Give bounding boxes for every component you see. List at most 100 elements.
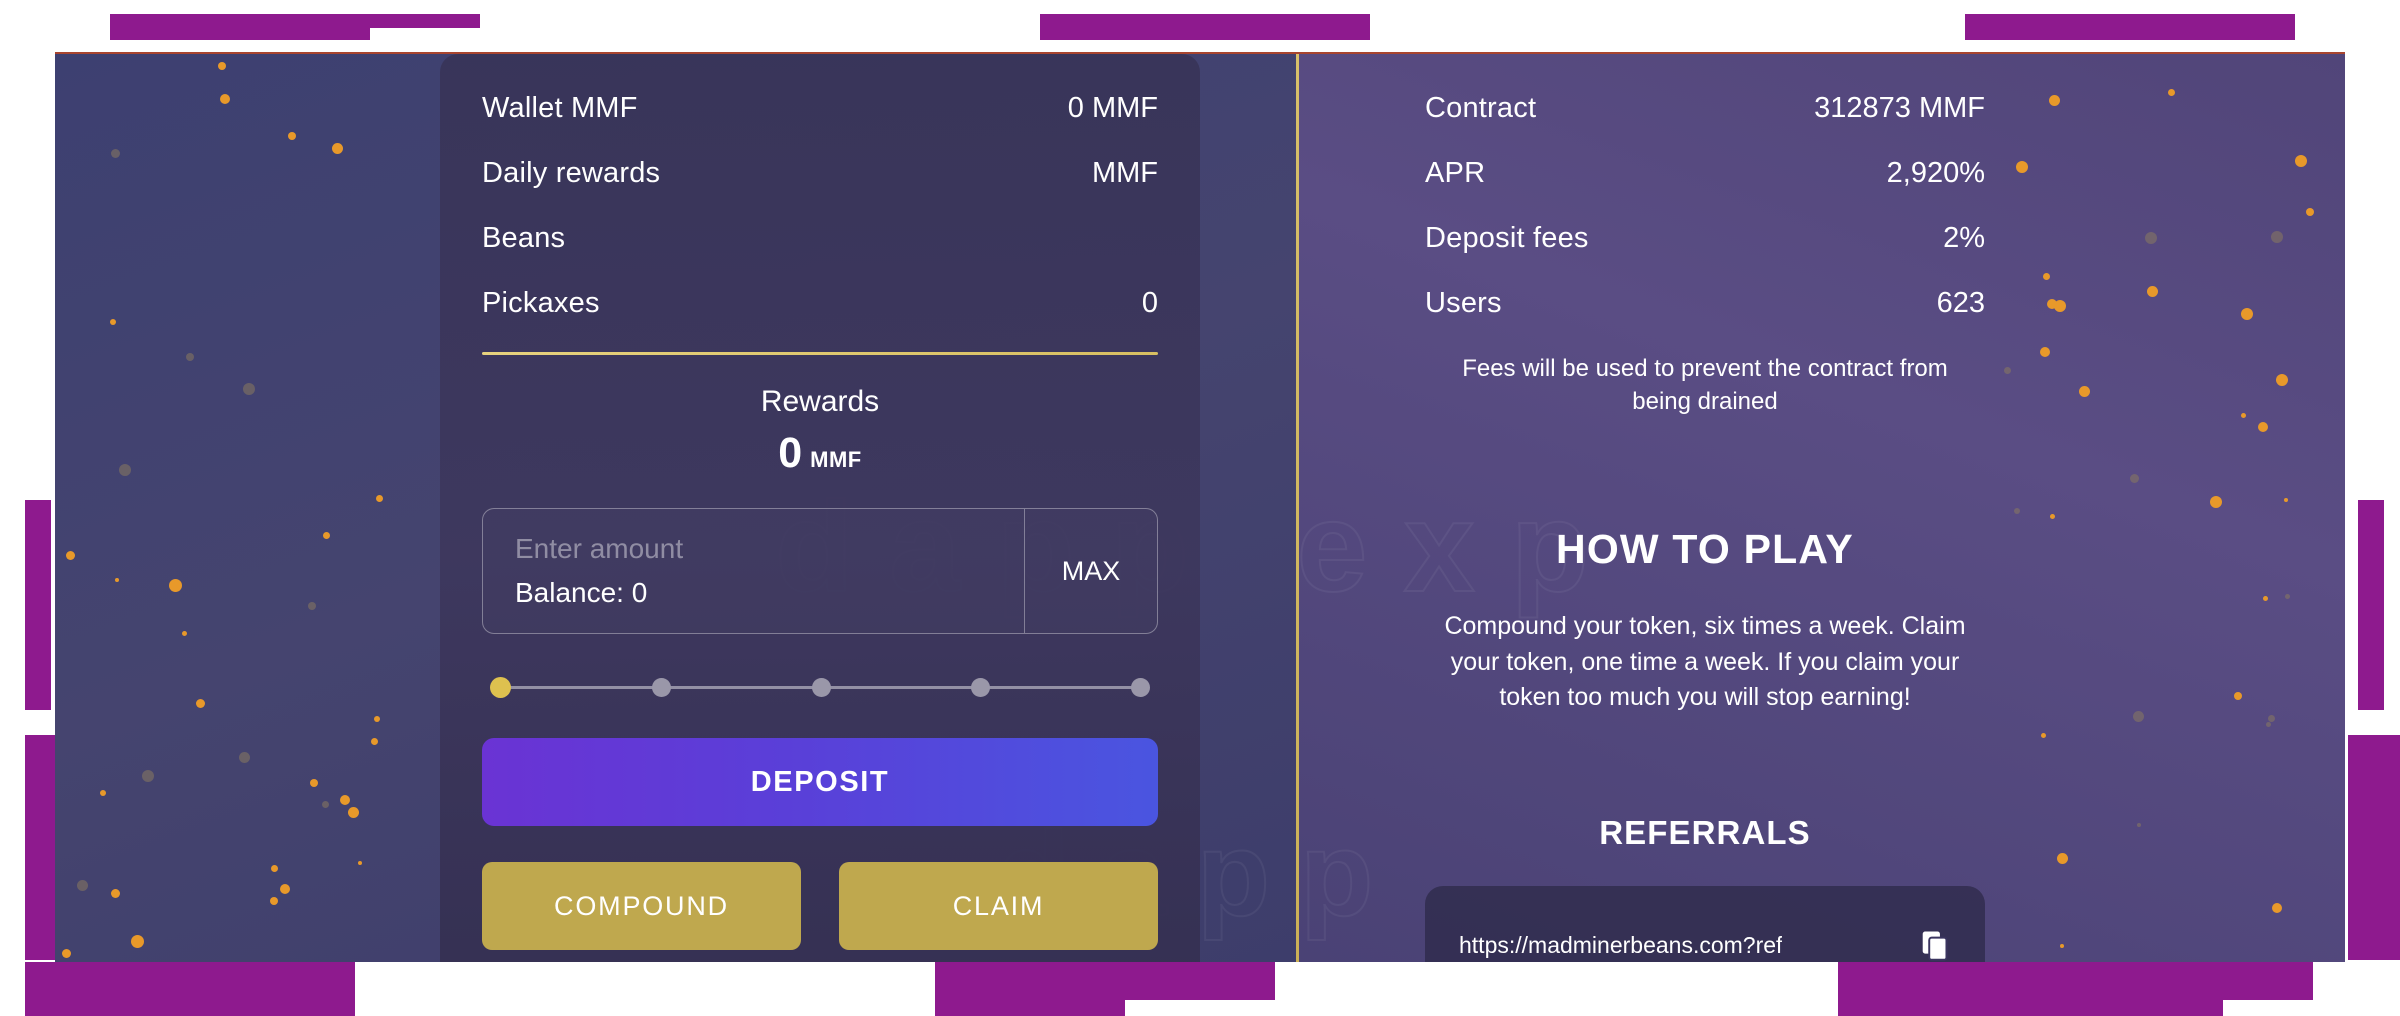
gold-separator (482, 352, 1158, 355)
amount-input-group: Enter amount Balance: 0 MAX (482, 508, 1158, 634)
stat-label: Wallet MMF (482, 92, 638, 124)
compound-button[interactable]: COMPOUND (482, 862, 801, 950)
particle (110, 148, 120, 158)
particle (119, 463, 132, 476)
max-button[interactable]: MAX (1025, 509, 1157, 633)
slider-dot-0[interactable] (490, 676, 511, 698)
stat-row-users: Users 623 (1425, 287, 1985, 320)
decoration-block-top-center (1040, 14, 1370, 40)
how-to-play-body: Compound your token, six times a week. C… (1444, 612, 1966, 712)
particle (2136, 822, 2141, 827)
dapp-viewport: dapp exp dapp Wallet MMF 0 MMF Daily rew… (55, 52, 2345, 962)
stat-row-deposit-fees: Deposit fees 2% (1425, 222, 1985, 255)
slider-dot-1[interactable] (651, 677, 671, 697)
particle (321, 801, 329, 809)
stat-label: Contract (1425, 92, 1537, 124)
particle (2145, 231, 2158, 244)
particle (2275, 373, 2288, 386)
particle (309, 778, 318, 787)
particle (2016, 160, 2029, 173)
claim-button[interactable]: CLAIM (839, 862, 1158, 950)
particle (110, 888, 120, 898)
amount-percent-slider[interactable] (490, 672, 1150, 702)
decoration-bar-right-lower (2348, 735, 2400, 960)
decoration-block-bottom-center-2 (935, 962, 1275, 1000)
amount-input-field[interactable]: Enter amount Balance: 0 (483, 509, 1025, 633)
rewards-title: Rewards (760, 385, 880, 418)
stat-row-daily-rewards: Daily rewards MMF (482, 157, 1158, 190)
stat-value: MMF (1091, 157, 1158, 189)
stat-label: Daily rewards (482, 157, 661, 189)
slider-dot-4[interactable] (1131, 677, 1150, 697)
particle (2270, 230, 2283, 243)
particle (357, 860, 362, 865)
amount-input-placeholder: Enter amount (515, 533, 684, 564)
referral-url: https://madminerbeans.com?ref (1459, 932, 1783, 959)
particle (348, 806, 360, 818)
deposit-button[interactable]: DEPOSIT (482, 738, 1158, 826)
stat-value: 2,920% (1886, 157, 1985, 189)
particle (238, 751, 250, 763)
particle (76, 880, 88, 892)
particle (270, 896, 279, 905)
stat-label: Deposit fees (1425, 222, 1589, 254)
particle (185, 352, 194, 361)
particle (169, 578, 183, 592)
particle (195, 699, 205, 709)
particle (2167, 89, 2175, 97)
particle (375, 495, 383, 503)
referrals-title: REFERRALS (1599, 813, 1811, 851)
particle (2283, 497, 2288, 502)
how-to-play-title: HOW TO PLAY (1556, 526, 1854, 573)
particle (2048, 94, 2060, 106)
stat-value: 0 MMF (1067, 92, 1158, 124)
decoration-block-bottom-right-2 (1838, 962, 2313, 1000)
stat-label: Users (1425, 287, 1502, 319)
stat-value: 0 (1141, 287, 1158, 319)
stat-label: APR (1425, 157, 1486, 189)
staking-card: Wallet MMF 0 MMF Daily rewards MMF Beans… (440, 54, 1200, 962)
particle (2262, 595, 2268, 601)
info-panel: Contract 312873 MMF APR 2,920% Deposit f… (1425, 92, 1985, 962)
decoration-bar-right-upper (2358, 500, 2384, 710)
particle (2039, 347, 2050, 358)
particle (2265, 721, 2271, 727)
stat-row-wallet-mmf: Wallet MMF 0 MMF (482, 92, 1158, 125)
slider-dot-2[interactable] (811, 677, 831, 697)
particle (370, 737, 378, 745)
particle (339, 795, 350, 806)
slider-dots (490, 676, 1150, 698)
stat-row-apr: APR 2,920% (1425, 157, 1985, 190)
stat-label: Beans (482, 222, 566, 254)
amount-balance-label: Balance: 0 (515, 577, 648, 608)
page-root: dapp exp dapp Wallet MMF 0 MMF Daily rew… (0, 0, 2400, 1016)
fees-note: Fees will be used to prevent the contrac… (1462, 355, 1948, 416)
decoration-bar-left-upper (25, 500, 51, 710)
particle (322, 532, 330, 540)
stat-value: 312873 MMF (1814, 92, 1985, 124)
rewards-amount: 0 MMF (482, 429, 1158, 478)
particle (2295, 154, 2308, 167)
vertical-gold-divider (1296, 54, 1299, 962)
stat-row-contract: Contract 312873 MMF (1425, 92, 1985, 125)
stat-value: 2% (1943, 222, 1985, 254)
particle (62, 948, 72, 958)
stat-row-pickaxes: Pickaxes 0 (482, 287, 1158, 320)
particle (331, 143, 343, 155)
particle (114, 577, 119, 582)
particle (141, 770, 154, 783)
particle (217, 61, 226, 70)
decoration-block-top-left-2 (110, 14, 370, 40)
stat-value: 623 (1936, 287, 1985, 319)
particle (109, 319, 116, 326)
particle (2041, 732, 2047, 738)
referral-link-box: https://madminerbeans.com?ref (1425, 885, 1985, 962)
slider-dot-3[interactable] (971, 677, 991, 697)
decoration-block-top-right-2 (1965, 14, 2295, 40)
action-button-row: COMPOUND CLAIM (482, 862, 1158, 950)
particle (243, 382, 256, 395)
particle (2284, 593, 2290, 599)
stat-label: Pickaxes (482, 287, 600, 319)
copy-icon[interactable] (1921, 930, 1951, 962)
stat-row-beans: Beans (482, 222, 1158, 255)
